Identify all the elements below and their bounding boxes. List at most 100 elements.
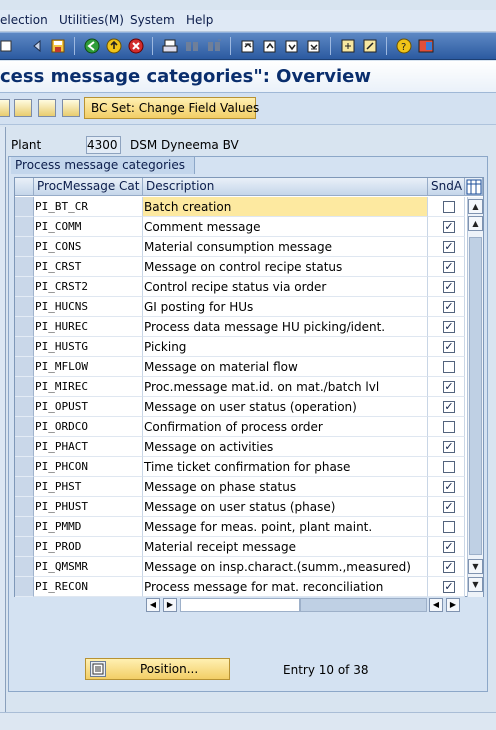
description-cell[interactable]: Message on control recipe status xyxy=(143,257,428,277)
save-icon[interactable] xyxy=(50,38,66,54)
back-icon[interactable] xyxy=(84,38,100,54)
row-selector[interactable] xyxy=(15,577,34,597)
description-cell[interactable]: Process data message HU picking/ident. xyxy=(143,317,428,337)
snda-checkbox[interactable]: ✓ xyxy=(443,301,455,313)
row-selector[interactable] xyxy=(15,557,34,577)
snda-checkbox[interactable]: ✓ xyxy=(443,221,455,233)
procmessage-cat-cell[interactable]: PI_QMSMR xyxy=(34,557,143,577)
next-page-icon[interactable] xyxy=(284,38,300,54)
row-selector[interactable] xyxy=(15,337,34,357)
scroll-track[interactable] xyxy=(180,598,300,612)
row-selector[interactable] xyxy=(15,297,34,317)
procmessage-cat-cell[interactable]: PI_COMM xyxy=(34,217,143,237)
row-selector[interactable] xyxy=(15,217,34,237)
row-selector[interactable] xyxy=(15,237,34,257)
exit-icon[interactable] xyxy=(106,38,122,54)
procmessage-cat-cell[interactable]: PI_BT_CR xyxy=(34,197,143,217)
table-settings-icon[interactable] xyxy=(465,178,483,196)
shortcut-icon[interactable] xyxy=(362,38,378,54)
procmessage-cat-cell[interactable]: PI_ORDCO xyxy=(34,417,143,437)
procmessage-cat-cell[interactable]: PI_PHCON xyxy=(34,457,143,477)
procmessage-cat-cell[interactable]: PI_OPUST xyxy=(34,397,143,417)
find-icon[interactable] xyxy=(184,38,200,54)
description-cell[interactable]: Message on phase status xyxy=(143,477,428,497)
procmessage-cat-cell[interactable]: PI_PHACT xyxy=(34,437,143,457)
scrollbar-thumb[interactable] xyxy=(469,237,482,555)
scroll-up-icon[interactable]: ▲ xyxy=(468,199,483,214)
snda-checkbox[interactable]: ✓ xyxy=(443,261,455,273)
bc-set-change-field-values-button[interactable]: BC Set: Change Field Values xyxy=(84,97,259,119)
procmessage-cat-cell[interactable]: PI_HUSTG xyxy=(34,337,143,357)
column-header-snda[interactable]: SndA xyxy=(428,178,465,196)
description-cell[interactable]: Message for meas. point, plant maint. xyxy=(143,517,428,537)
scroll-down-icon[interactable]: ▼ xyxy=(468,577,483,592)
row-selector[interactable] xyxy=(15,317,34,337)
select-block-icon[interactable] xyxy=(38,99,56,117)
row-selector[interactable] xyxy=(15,377,34,397)
snda-checkbox[interactable] xyxy=(443,201,455,213)
command-field-icon[interactable] xyxy=(0,38,12,54)
snda-checkbox[interactable] xyxy=(443,361,455,373)
last-page-icon[interactable] xyxy=(306,38,322,54)
menu-utilities[interactable]: Utilities(M) xyxy=(59,13,124,27)
scroll-left-icon[interactable]: ◀ xyxy=(429,598,443,612)
description-cell[interactable]: Confirmation of process order xyxy=(143,417,428,437)
row-selector[interactable] xyxy=(15,417,34,437)
description-cell[interactable]: Time ticket confirmation for phase xyxy=(143,457,428,477)
row-selector[interactable] xyxy=(15,457,34,477)
description-cell[interactable]: Proc.message mat.id. on mat./batch lvl xyxy=(143,377,428,397)
snda-checkbox[interactable]: ✓ xyxy=(443,481,455,493)
scroll-left-icon[interactable]: ◀ xyxy=(146,598,160,612)
row-selector[interactable] xyxy=(15,397,34,417)
description-cell[interactable]: Material receipt message xyxy=(143,537,428,557)
scroll-right-icon[interactable]: ▶ xyxy=(446,598,460,612)
description-cell[interactable]: Comment message xyxy=(143,217,428,237)
cancel-icon[interactable] xyxy=(128,38,144,54)
row-selector[interactable] xyxy=(15,257,34,277)
procmessage-cat-cell[interactable]: PI_MIREC xyxy=(34,377,143,397)
description-cell[interactable]: Message on user status (phase) xyxy=(143,497,428,517)
description-cell[interactable]: Message on user status (operation) xyxy=(143,397,428,417)
back-arrow-icon[interactable] xyxy=(30,38,46,54)
description-cell[interactable]: Batch creation xyxy=(143,197,428,217)
row-selector[interactable] xyxy=(15,497,34,517)
description-cell[interactable]: GI posting for HUs xyxy=(143,297,428,317)
procmessage-cat-cell[interactable]: PI_HUCNS xyxy=(34,297,143,317)
description-cell[interactable]: Message on insp.charact.(summ.,measured) xyxy=(143,557,428,577)
scroll-right-icon[interactable]: ▶ xyxy=(163,598,177,612)
row-selector[interactable] xyxy=(15,517,34,537)
row-selector[interactable] xyxy=(15,277,34,297)
column-header-description[interactable]: Description xyxy=(143,178,428,196)
scroll-thumb[interactable] xyxy=(300,598,427,612)
procmessage-cat-cell[interactable]: PI_PHST xyxy=(34,477,143,497)
description-cell[interactable]: Material consumption message xyxy=(143,237,428,257)
description-cell[interactable]: Control recipe status via order xyxy=(143,277,428,297)
description-cell[interactable]: Picking xyxy=(143,337,428,357)
snda-checkbox[interactable]: ✓ xyxy=(443,321,455,333)
description-cell[interactable]: Message on material flow xyxy=(143,357,428,377)
row-selector[interactable] xyxy=(15,197,34,217)
snda-checkbox[interactable]: ✓ xyxy=(443,501,455,513)
menu-selection[interactable]: election xyxy=(0,13,48,27)
deselect-all-icon[interactable] xyxy=(62,99,80,117)
column-header-procmessage-cat[interactable]: ProcMessage Cat xyxy=(34,178,143,196)
snda-checkbox[interactable]: ✓ xyxy=(443,401,455,413)
horizontal-scrollbar-right[interactable]: ◀ ▶ xyxy=(429,598,463,613)
row-selector[interactable] xyxy=(15,357,34,377)
print-icon[interactable] xyxy=(162,38,178,54)
procmessage-cat-cell[interactable]: PI_PMMD xyxy=(34,517,143,537)
snda-checkbox[interactable]: ✓ xyxy=(443,341,455,353)
page-up-icon[interactable]: ▲ xyxy=(468,216,483,231)
menu-help[interactable]: Help xyxy=(186,13,213,27)
procmessage-cat-cell[interactable]: PI_PROD xyxy=(34,537,143,557)
procmessage-cat-cell[interactable]: PI_PHUST xyxy=(34,497,143,517)
select-all-header[interactable] xyxy=(15,178,34,196)
snda-checkbox[interactable]: ✓ xyxy=(443,381,455,393)
procmessage-cat-cell[interactable]: PI_RECON xyxy=(34,577,143,597)
snda-checkbox[interactable] xyxy=(443,521,455,533)
previous-page-icon[interactable] xyxy=(262,38,278,54)
layout-menu-icon[interactable] xyxy=(418,38,434,54)
snda-checkbox[interactable] xyxy=(443,421,455,433)
procmessage-cat-cell[interactable]: PI_CRST2 xyxy=(34,277,143,297)
new-session-icon[interactable] xyxy=(340,38,356,54)
